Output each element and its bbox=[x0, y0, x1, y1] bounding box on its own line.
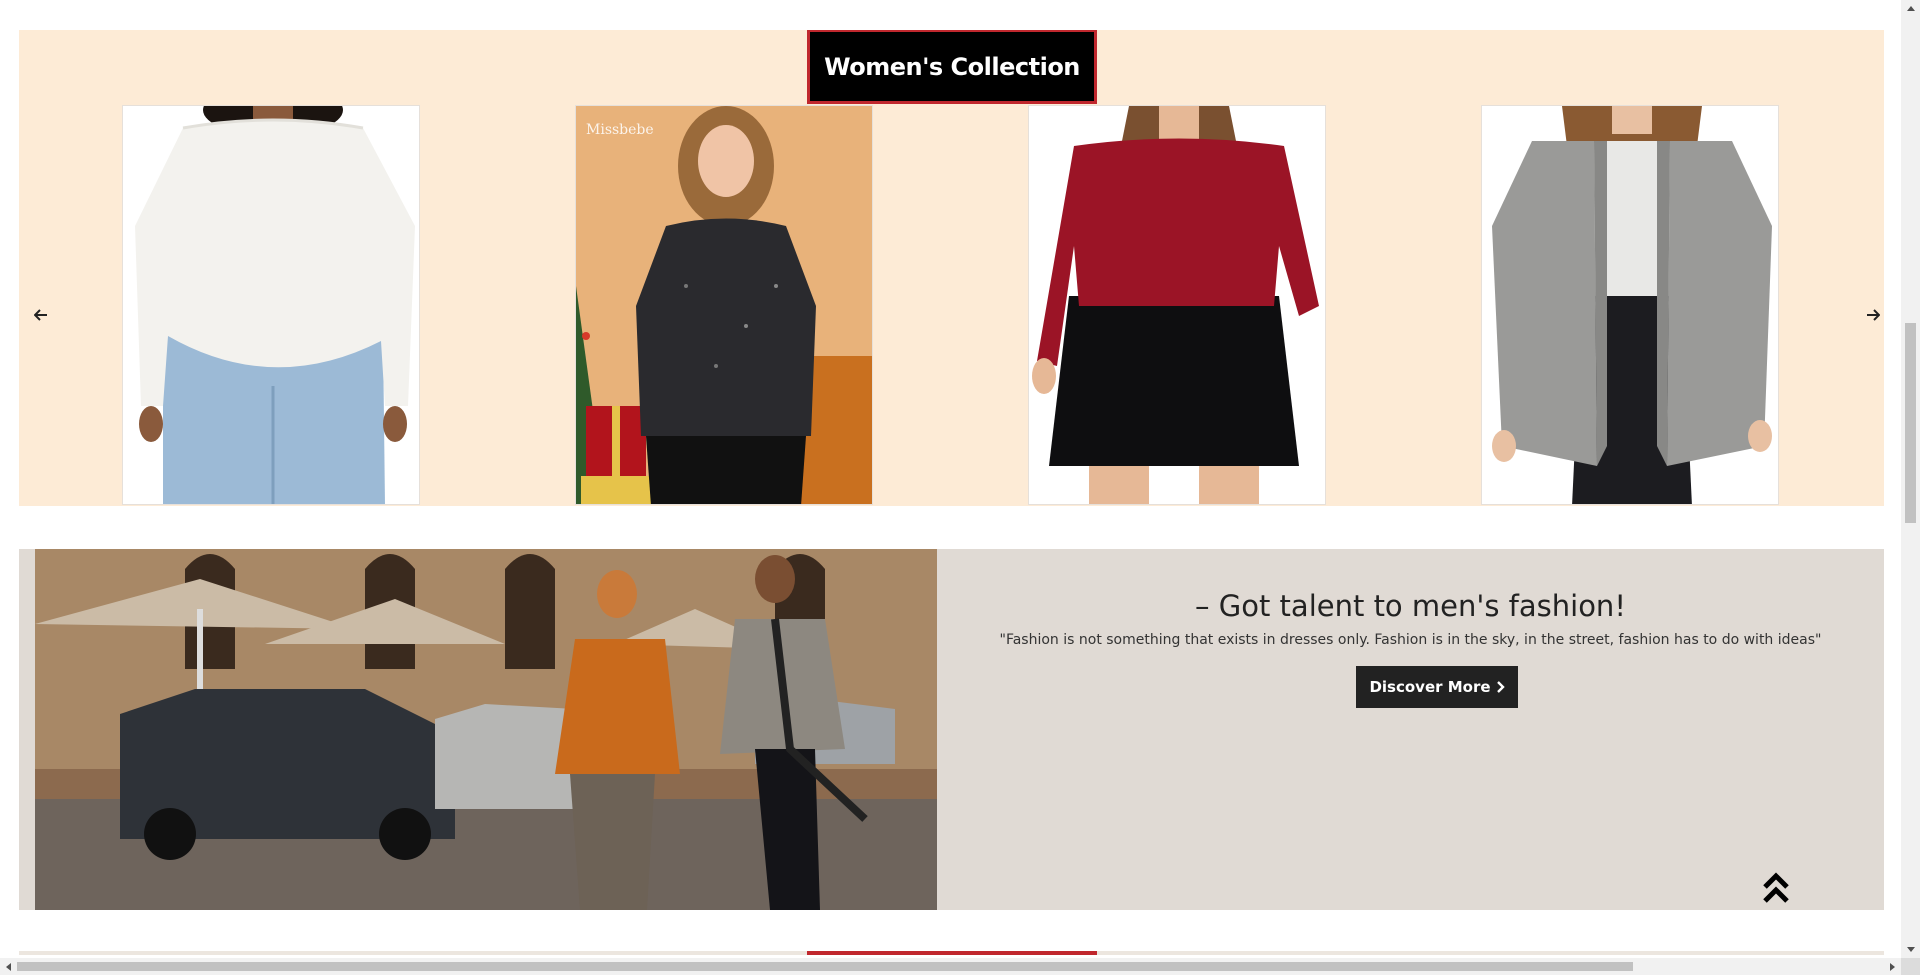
double-chevron-up-icon bbox=[1763, 872, 1789, 903]
scroll-left-arrow-icon[interactable] bbox=[0, 958, 17, 975]
watermark: Missbebe bbox=[586, 122, 654, 138]
banner-text-block: – Got talent to men's fashion! "Fashion … bbox=[937, 549, 1884, 910]
vertical-scrollbar[interactable] bbox=[1901, 0, 1920, 958]
next-section-title-peek bbox=[807, 951, 1097, 955]
arrow-left-icon bbox=[34, 309, 47, 321]
scroll-up-arrow-icon[interactable] bbox=[1901, 0, 1920, 17]
arrow-right-icon bbox=[1867, 309, 1880, 321]
product-card[interactable] bbox=[1028, 105, 1326, 505]
chevron-right-icon bbox=[1496, 681, 1505, 693]
section-title: Women's Collection bbox=[807, 30, 1097, 104]
womens-collection-section: Women's Collection Missbebe bbox=[19, 30, 1884, 506]
horizontal-scrollbar[interactable] bbox=[0, 958, 1901, 975]
banner-quote: "Fashion is not something that exists in… bbox=[999, 632, 1822, 648]
scroll-to-top-button[interactable] bbox=[1760, 870, 1792, 906]
carousel-next-button[interactable] bbox=[1861, 303, 1885, 327]
product-card[interactable] bbox=[1481, 105, 1779, 505]
page: Women's Collection Missbebe – Got talent… bbox=[0, 0, 1901, 955]
vertical-scroll-thumb[interactable] bbox=[1905, 323, 1916, 523]
product-image bbox=[1482, 106, 1778, 504]
carousel-prev-button[interactable] bbox=[29, 303, 53, 327]
product-card[interactable] bbox=[122, 105, 420, 505]
product-image bbox=[123, 106, 419, 504]
product-image bbox=[1029, 106, 1325, 504]
scroll-right-arrow-icon[interactable] bbox=[1884, 958, 1901, 975]
scrollbar-corner bbox=[1901, 958, 1920, 975]
banner-heading: – Got talent to men's fashion! bbox=[1195, 589, 1626, 623]
mens-fashion-banner: – Got talent to men's fashion! "Fashion … bbox=[19, 549, 1884, 910]
discover-more-label: Discover More bbox=[1369, 678, 1491, 696]
product-card[interactable]: Missbebe bbox=[575, 105, 873, 505]
scroll-down-arrow-icon[interactable] bbox=[1901, 941, 1920, 958]
discover-more-button[interactable]: Discover More bbox=[1356, 666, 1518, 708]
mens-fashion-photo bbox=[35, 549, 937, 910]
product-image: Missbebe bbox=[576, 106, 872, 504]
horizontal-scroll-thumb[interactable] bbox=[17, 962, 1633, 971]
